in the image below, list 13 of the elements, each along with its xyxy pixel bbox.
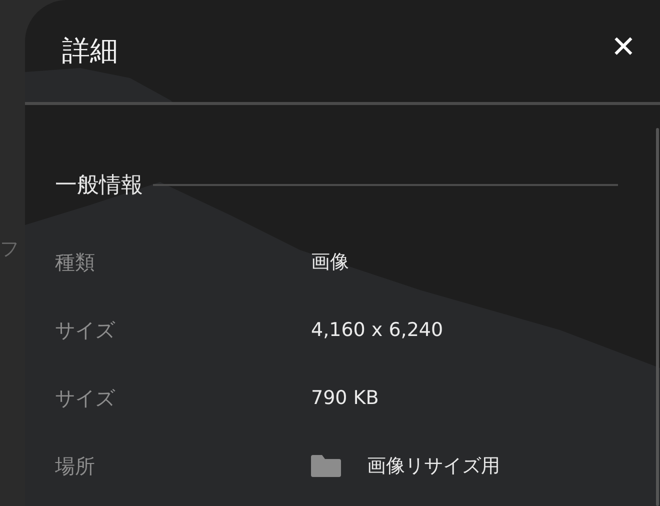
field-value: 4,160 x 6,240 (311, 319, 444, 341)
close-button[interactable]: ✕ (606, 31, 640, 65)
section-title: 一般情報 (55, 172, 143, 200)
field-label: 種類 (55, 248, 96, 276)
field-value: 画像リサイズ用 (367, 454, 500, 479)
folder-icon (311, 455, 341, 477)
background-text: フ (0, 237, 19, 262)
field-label: サイズ (55, 316, 116, 344)
field-label: サイズ (55, 384, 116, 412)
panel-title: 詳細 (62, 32, 118, 68)
field-value: 790 KB (311, 387, 379, 409)
field-label: 場所 (55, 452, 96, 480)
field-value: 画像 (311, 250, 349, 275)
